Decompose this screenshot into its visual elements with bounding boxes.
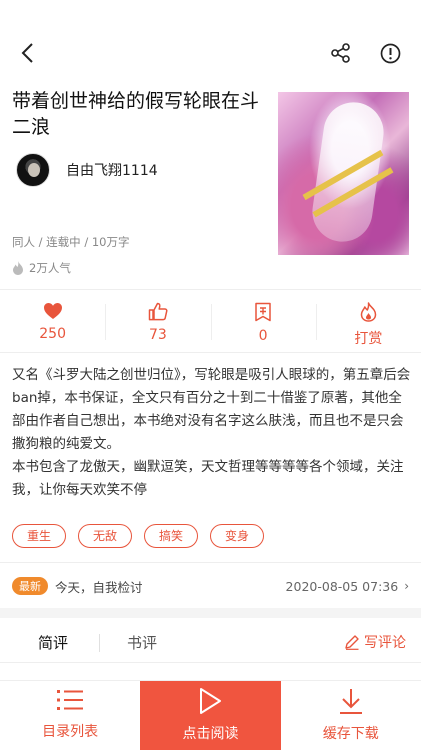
write-review-label: 写评论: [364, 635, 406, 651]
stat-ticket-value: 0: [258, 328, 268, 344]
author-row[interactable]: 自由飞翔1114: [16, 152, 158, 188]
book-cover[interactable]: [278, 92, 409, 255]
synopsis-paragraph: 本书包含了龙傲天，幽默逗笑，天文哲理等等等等各个领域，关注我，让你每天欢笑不停: [12, 459, 404, 498]
tab-book-review[interactable]: 书评: [127, 632, 157, 653]
report-button[interactable]: [375, 38, 405, 68]
review-tabs: 简评 书评 写评论: [0, 624, 421, 660]
flame-icon: [13, 261, 23, 275]
bottom-action-bar: 目录列表 点击阅读 缓存下载: [0, 680, 421, 750]
synopsis-paragraph: 又名《斗罗大陆之创世归位》，写轮眼是吸引人眼球的，第五章后会ban掉，本书保证，…: [12, 367, 411, 452]
section-separator: [0, 608, 421, 618]
divider: [0, 289, 421, 290]
tab-separator: [99, 634, 100, 652]
flame-icon: [360, 302, 377, 322]
stat-ticket[interactable]: 0: [210, 296, 316, 352]
latest-chapter-date: 2020-08-05 07:36: [285, 578, 399, 594]
latest-badge: 最新: [12, 577, 48, 595]
download-icon: [339, 689, 362, 714]
read-label: 点击阅读: [182, 726, 239, 742]
latest-chapter-title: 今天，自我检讨: [55, 579, 143, 595]
divider: [0, 352, 421, 353]
top-bar: [0, 0, 421, 100]
chevron-left-icon: [21, 43, 33, 63]
book-meta: 同人 / 连载中 / 10万字: [12, 235, 130, 249]
play-icon: [200, 688, 222, 714]
download-button[interactable]: 缓存下载: [281, 681, 421, 750]
pencil-icon: [345, 635, 359, 650]
stat-reward-label: 打赏: [354, 331, 383, 347]
stat-like[interactable]: 250: [0, 296, 105, 352]
synopsis[interactable]: 又名《斗罗大陆之创世归位》，写轮眼是吸引人眼球的，第五章后会ban掉，本书保证，…: [12, 364, 412, 502]
share-button[interactable]: [326, 38, 356, 68]
list-icon: [57, 690, 84, 710]
stat-reward[interactable]: 打赏: [315, 296, 421, 352]
tag-item[interactable]: 重生: [12, 524, 67, 548]
ticket-icon: [255, 302, 271, 322]
latest-chapter-row[interactable]: 最新 今天，自我检讨 2020-08-05 07:36 ›: [12, 576, 409, 596]
tab-short-review[interactable]: 简评: [38, 632, 68, 653]
write-review-button[interactable]: 写评论: [344, 632, 406, 652]
stat-thumbs-up[interactable]: 73: [105, 296, 210, 352]
avatar[interactable]: [16, 153, 50, 187]
tag-item[interactable]: 变身: [210, 524, 265, 548]
catalog-button[interactable]: 目录列表: [0, 681, 140, 750]
download-label: 缓存下载: [322, 726, 379, 742]
chevron-right-icon: ›: [404, 579, 409, 593]
book-title: 带着创世神给的假写轮眼在斗二浪: [12, 90, 260, 138]
heart-icon: [43, 303, 62, 319]
catalog-label: 目录列表: [42, 724, 99, 740]
share-icon: [331, 43, 350, 63]
exclamation-circle-icon: [380, 43, 400, 63]
stat-like-value: 250: [39, 326, 66, 342]
divider: [0, 562, 421, 563]
read-button[interactable]: 点击阅读: [140, 681, 281, 750]
popularity: 2万人气: [12, 260, 71, 276]
author-name[interactable]: 自由飞翔1114: [66, 160, 158, 180]
stat-thumbs-up-value: 73: [148, 327, 167, 343]
thumbs-up-icon: [148, 302, 168, 321]
tag-list: 重生 无敌 搞笑 变身: [12, 524, 265, 548]
back-button[interactable]: [12, 38, 42, 68]
tag-item[interactable]: 无敌: [78, 524, 133, 548]
popularity-text: 2万人气: [29, 261, 71, 275]
divider: [0, 662, 421, 663]
stats-row: 250 73 0 打赏: [0, 296, 421, 352]
tag-item[interactable]: 搞笑: [144, 524, 199, 548]
